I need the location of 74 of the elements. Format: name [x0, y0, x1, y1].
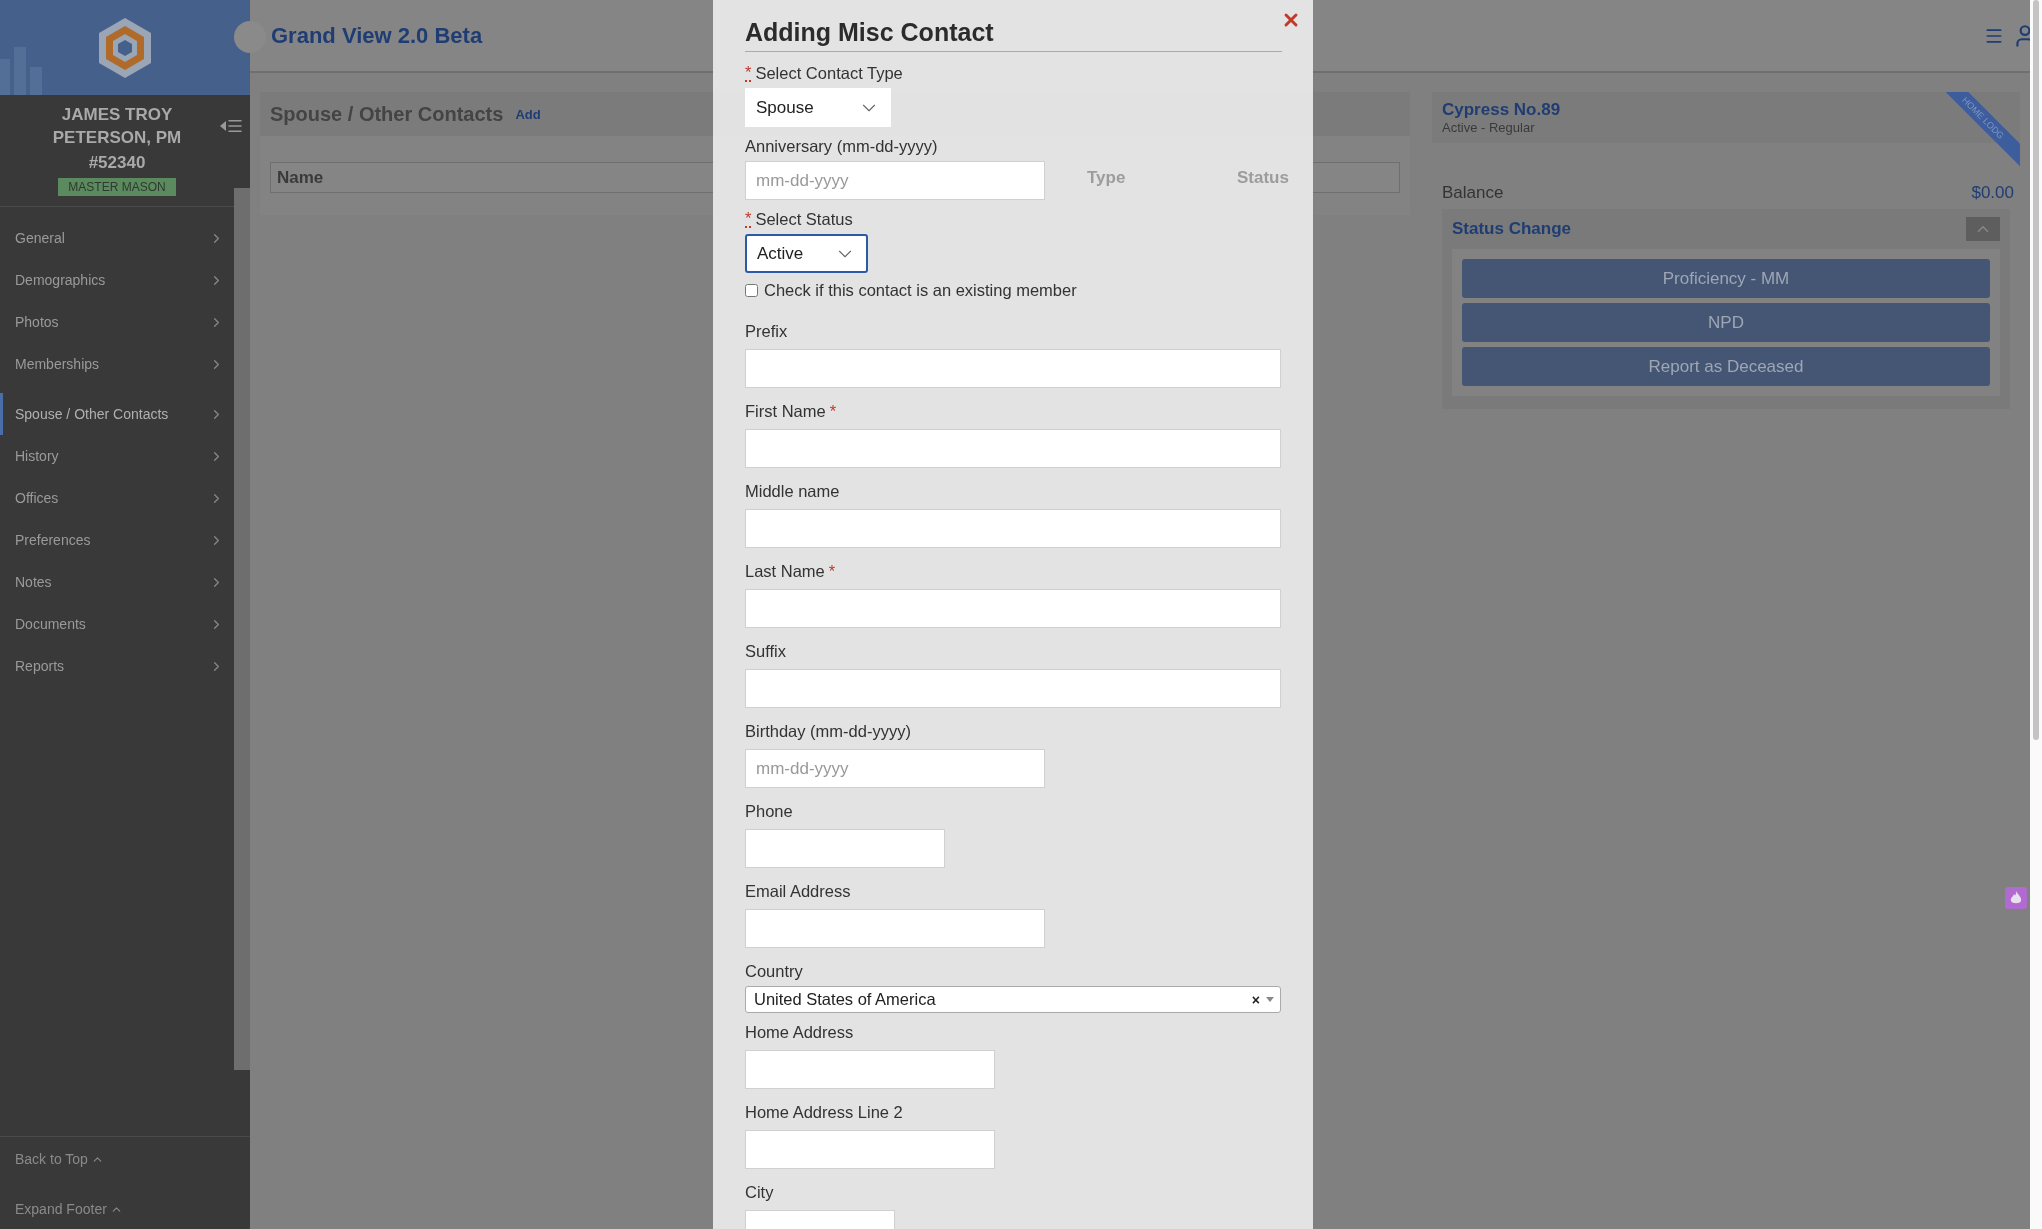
- label-text: Birthday (mm-dd-yyyy): [745, 721, 911, 742]
- label-text: Suffix: [745, 641, 786, 662]
- sidebar-item[interactable]: Preferences: [0, 519, 234, 561]
- date-field[interactable]: mm-dd-yyyy: [745, 749, 1045, 788]
- caret-icon: [1266, 997, 1274, 1002]
- lodge-status: Active - Regular: [1442, 120, 1535, 135]
- menu-icon[interactable]: [226, 117, 244, 135]
- label-text: Select Status: [755, 209, 853, 230]
- footer-link[interactable]: Back to Top: [15, 1151, 104, 1167]
- sidebar-item[interactable]: Demographics: [0, 259, 234, 301]
- sidebar-item[interactable]: Photos: [0, 301, 234, 343]
- sidebar-item[interactable]: Documents: [0, 603, 234, 645]
- text-field[interactable]: [745, 1130, 995, 1169]
- text-field[interactable]: [745, 349, 1281, 388]
- text-field[interactable]: [745, 829, 945, 868]
- action-button[interactable]: Proficiency - MM: [1462, 259, 1990, 298]
- select-field[interactable]: Spouse: [745, 88, 891, 127]
- member-checkbox-label[interactable]: Check if this contact is an existing member: [745, 281, 1281, 300]
- required-mark: *: [828, 561, 836, 582]
- text-field[interactable]: [745, 669, 1281, 708]
- clear-icon[interactable]: ×: [1251, 991, 1260, 1008]
- sidebar-item[interactable]: General: [0, 217, 234, 259]
- sidebar-item[interactable]: History: [0, 435, 234, 477]
- flame-icon: [2010, 891, 2022, 905]
- label-text: Anniversary (mm-dd-yyyy): [745, 136, 938, 157]
- required-mark: *: [829, 401, 837, 422]
- country-select[interactable]: United States of America ×: [745, 986, 1281, 1013]
- sidebar-item[interactable]: Memberships: [0, 343, 234, 385]
- sidebar-item[interactable]: Notes: [0, 561, 234, 603]
- label-text: Prefix: [745, 321, 788, 342]
- label-text: Last Name: [745, 561, 825, 582]
- balance-label: Balance: [1442, 183, 1504, 203]
- text-field[interactable]: [745, 509, 1281, 548]
- date-field[interactable]: mm-dd-yyyy: [745, 161, 1045, 200]
- member-number: #52340: [88, 152, 146, 174]
- column-header: Name: [277, 167, 324, 188]
- text-field[interactable]: [745, 909, 1045, 948]
- select-field[interactable]: Active: [745, 234, 868, 273]
- caret-left-icon[interactable]: [220, 121, 226, 131]
- sidebar-item[interactable]: Offices: [0, 477, 234, 519]
- sidebar-item[interactable]: Reports: [0, 645, 234, 687]
- footer-link[interactable]: Expand Footer: [15, 1201, 123, 1217]
- label-text: Phone: [745, 801, 793, 822]
- text-field[interactable]: [745, 429, 1281, 468]
- add-link[interactable]: Add: [515, 106, 541, 122]
- text-field[interactable]: [745, 1050, 995, 1089]
- label-text: Country: [745, 961, 803, 982]
- collapse-button[interactable]: [1966, 217, 2000, 241]
- section-title: Status Change: [1452, 219, 1572, 239]
- member-name: JAMES TROY PETERSON, PM: [51, 104, 183, 149]
- hexagon-logo: [98, 16, 152, 79]
- scrollbar-thumb[interactable]: [2033, 0, 2039, 740]
- text-field[interactable]: [745, 589, 1281, 628]
- checkbox[interactable]: [745, 284, 758, 297]
- card-title: Spouse / Other Contacts: [270, 102, 504, 126]
- label-text: Home Address: [745, 1022, 854, 1043]
- widget-button[interactable]: [2005, 887, 2027, 909]
- label-text: City: [745, 1182, 774, 1203]
- column-header: Type: [1087, 167, 1126, 188]
- rank-badge: MASTER MASON: [58, 178, 176, 196]
- label-text: Middle name: [745, 481, 840, 502]
- action-button[interactable]: Report as Deceased: [1462, 347, 1990, 386]
- required-mark: *: [745, 210, 752, 228]
- modal-title: Adding Misc Contact: [745, 18, 1282, 52]
- label-text: Select Contact Type: [755, 63, 903, 84]
- balance-value: $0.00: [1971, 183, 2014, 203]
- column-header: Status: [1237, 167, 1289, 188]
- label-text: Home Address Line 2: [745, 1102, 903, 1123]
- app-title: Grand View 2.0 Beta: [271, 22, 483, 49]
- action-button[interactable]: NPD: [1462, 303, 1990, 342]
- label-text: Email Address: [745, 881, 851, 902]
- required-mark: *: [745, 64, 752, 82]
- lodge-name[interactable]: Cypress No.89: [1442, 100, 1561, 120]
- label-text: First Name: [745, 401, 826, 422]
